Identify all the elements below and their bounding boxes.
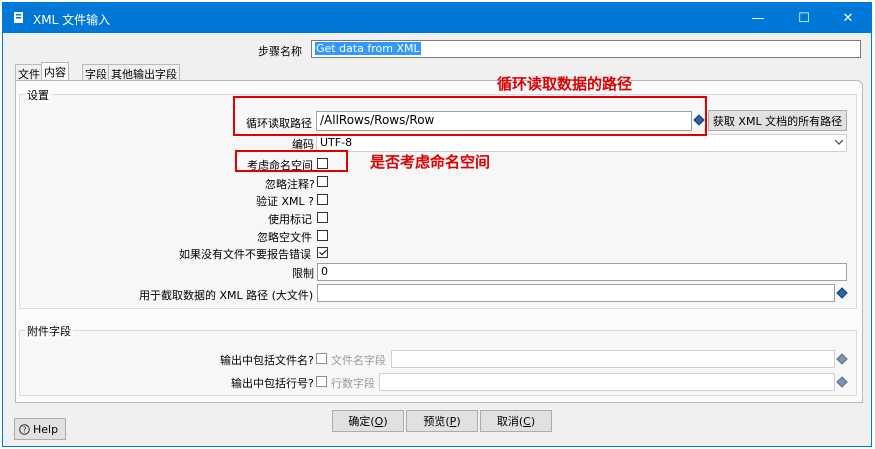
tab-additional-output-fields[interactable]: 其他输出字段 bbox=[108, 64, 180, 81]
svg-text:?: ? bbox=[22, 425, 26, 434]
validate-xml-label: 验证 XML ? bbox=[256, 195, 314, 208]
cancel-accelerator: C bbox=[523, 414, 531, 428]
no-error-label: 如果没有文件不要报告错误 bbox=[179, 248, 311, 261]
ok-button-label: 确定( bbox=[348, 415, 375, 428]
ignore-empty-file-label: 忽略空文件 bbox=[257, 231, 312, 244]
include-filename-checkbox[interactable] bbox=[316, 353, 327, 364]
limit-value: 0 bbox=[321, 265, 328, 278]
preview-accelerator: P bbox=[449, 414, 457, 428]
include-rownum-checkbox[interactable] bbox=[316, 376, 327, 387]
xml-input-dialog: XML 文件输入 — ☐ ✕ 步骤名称 Get data from XML 文件… bbox=[2, 2, 872, 447]
window-title: XML 文件输入 bbox=[33, 13, 111, 27]
tab-fields[interactable]: 字段 bbox=[82, 64, 110, 81]
cancel-close-paren: ) bbox=[530, 414, 536, 428]
limit-input[interactable]: 0 bbox=[317, 263, 847, 281]
ignore-comments-checkbox[interactable] bbox=[317, 176, 328, 187]
get-xml-paths-button[interactable]: 获取 XML 文档的所有路径 bbox=[708, 110, 847, 131]
encoding-select[interactable]: UTF-8 bbox=[316, 134, 847, 152]
prune-path-label: 用于截取数据的 XML 路径 (大文件) bbox=[139, 289, 314, 302]
minimize-button[interactable]: — bbox=[735, 3, 781, 33]
close-icon: ✕ bbox=[842, 10, 854, 26]
ignore-comments-label: 忽略注释? bbox=[265, 178, 315, 191]
step-name-label: 步骤名称 bbox=[258, 45, 302, 58]
cancel-button[interactable]: 取消(C) bbox=[480, 410, 552, 432]
preview-button-label: 预览( bbox=[423, 415, 450, 428]
limit-label: 限制 bbox=[292, 267, 314, 280]
filename-field-label: 文件名字段 bbox=[331, 354, 386, 367]
tab-content[interactable]: 内容 bbox=[41, 62, 69, 82]
filename-field-input[interactable] bbox=[391, 350, 835, 368]
rownum-field-label: 行数字段 bbox=[331, 377, 375, 390]
loop-path-annotation: 循环读取数据的路径 bbox=[497, 75, 633, 93]
help-button-label: Help bbox=[33, 422, 59, 436]
namespace-annotation: 是否考虑命名空间 bbox=[370, 153, 491, 171]
chevron-down-icon bbox=[835, 140, 843, 145]
validate-xml-checkbox[interactable] bbox=[317, 194, 328, 205]
app-icon bbox=[14, 12, 23, 23]
cancel-button-label: 取消( bbox=[496, 415, 524, 428]
loop-path-annotation-box bbox=[233, 96, 707, 136]
help-icon: ? bbox=[19, 423, 30, 435]
additional-fields-group-title: 附件字段 bbox=[25, 323, 73, 339]
preview-close-paren: ) bbox=[456, 414, 461, 428]
get-xml-paths-button-label: 获取 XML 文档的所有路径 bbox=[712, 114, 843, 128]
step-name-input[interactable]: Get data from XML bbox=[311, 40, 861, 58]
include-filename-label: 输出中包括文件名? bbox=[220, 354, 314, 367]
ignore-empty-file-checkbox[interactable] bbox=[317, 230, 328, 241]
ok-button[interactable]: 确定(O) bbox=[332, 410, 404, 432]
title-bar[interactable]: XML 文件输入 — ☐ ✕ bbox=[3, 3, 871, 33]
step-name-value: Get data from XML bbox=[315, 42, 421, 55]
ok-accelerator: O bbox=[374, 414, 384, 428]
settings-group-title: 设置 bbox=[25, 87, 51, 103]
include-rownum-label: 输出中包括行号? bbox=[231, 377, 314, 390]
ok-close-paren: ) bbox=[383, 414, 388, 428]
prune-path-input[interactable] bbox=[317, 284, 835, 302]
tab-file[interactable]: 文件 bbox=[15, 64, 43, 81]
use-token-label: 使用标记 bbox=[268, 213, 312, 226]
preview-button[interactable]: 预览(P) bbox=[406, 410, 478, 432]
tab-content-label: 内容 bbox=[44, 66, 66, 79]
close-button[interactable]: ✕ bbox=[825, 3, 871, 33]
maximize-button[interactable]: ☐ bbox=[781, 3, 827, 33]
encoding-value: UTF-8 bbox=[320, 136, 353, 149]
minimize-icon: — bbox=[751, 10, 765, 26]
namespace-annotation-box bbox=[235, 150, 348, 172]
rownum-field-input[interactable] bbox=[379, 373, 835, 391]
use-token-checkbox[interactable] bbox=[317, 212, 328, 223]
no-error-checkbox[interactable] bbox=[317, 247, 328, 258]
maximize-icon: ☐ bbox=[798, 10, 810, 26]
help-button[interactable]: ? Help bbox=[14, 418, 66, 440]
